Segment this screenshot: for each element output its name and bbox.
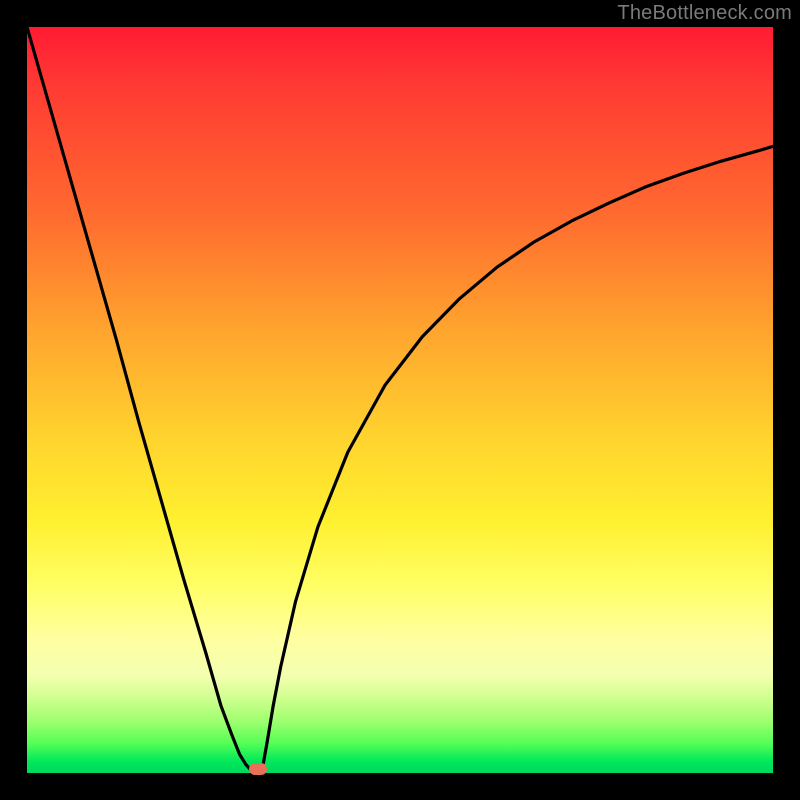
watermark-text: TheBottleneck.com — [617, 2, 792, 25]
chart-frame: TheBottleneck.com — [0, 0, 800, 800]
bottleneck-curve — [27, 27, 773, 773]
optimal-point-marker — [249, 763, 267, 775]
